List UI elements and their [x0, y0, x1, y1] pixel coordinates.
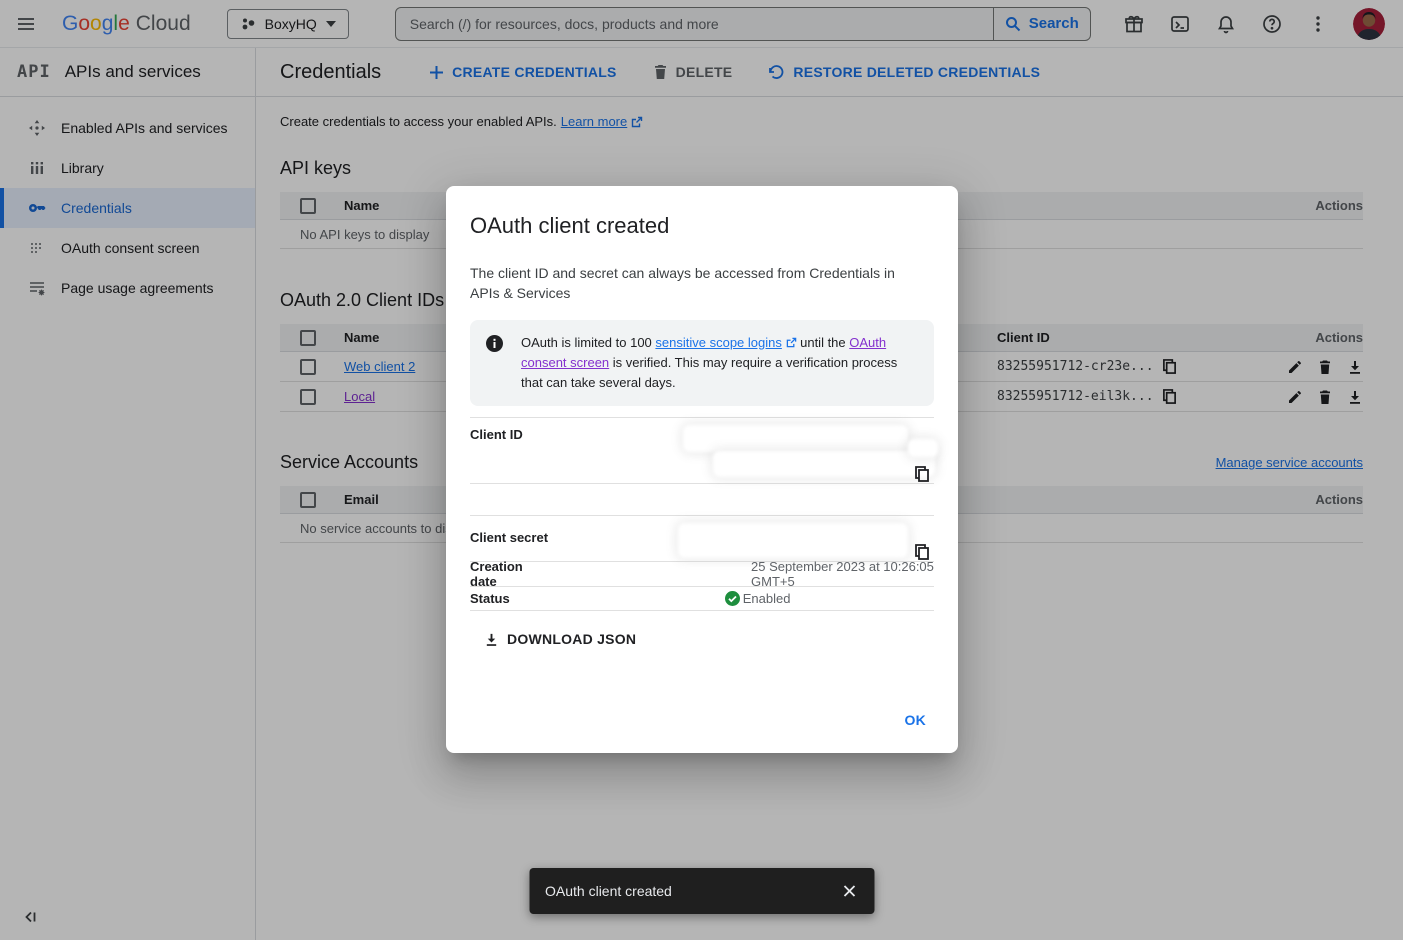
oauth-client-created-dialog: OAuth client created The client ID and s… [446, 186, 958, 753]
close-icon[interactable] [840, 882, 858, 900]
copy-client-id-icon[interactable] [914, 466, 930, 482]
download-json-button[interactable]: DOWNLOAD JSON [470, 621, 636, 657]
redacted-client-id [683, 425, 908, 452]
info-icon [486, 335, 503, 352]
notice-box: OAuth is limited to 100 sensitive scope … [470, 320, 934, 406]
status-value: Enabled [725, 591, 791, 606]
download-json-label: DOWNLOAD JSON [507, 631, 636, 647]
external-link-icon [786, 337, 797, 348]
notice-mid: until the [797, 335, 850, 350]
dialog-fields: Client ID Client secret Creation date 25… [470, 417, 934, 611]
status-row: Status Enabled [470, 587, 934, 611]
notice-text: OAuth is limited to 100 sensitive scope … [521, 333, 918, 393]
client-id-label: Client ID [470, 427, 523, 442]
status-text: Enabled [743, 591, 791, 606]
toast-notification: OAuth client created [529, 868, 874, 914]
creation-date-row: Creation date 25 September 2023 at 10:26… [470, 562, 934, 587]
download-icon [484, 632, 499, 647]
status-label: Status [470, 591, 510, 606]
creation-date-label: Creation date [470, 559, 536, 589]
redacted-client-id [908, 439, 938, 457]
client-secret-label: Client secret [470, 530, 548, 545]
toast-message: OAuth client created [545, 883, 672, 899]
creation-date-value: 25 September 2023 at 10:26:05 GMT+5 [751, 559, 934, 589]
redacted-client-id [713, 451, 935, 477]
copy-client-secret-icon[interactable] [914, 544, 930, 560]
client-id-row: Client ID [470, 417, 934, 484]
row-spacer [470, 484, 934, 515]
redacted-client-secret [678, 523, 908, 558]
sensitive-scope-logins-link[interactable]: sensitive scope logins [655, 335, 781, 350]
google-cloud-console: Google Cloud BoxyHQ Search [0, 0, 1403, 940]
ok-button[interactable]: OK [897, 706, 935, 734]
check-circle-icon [725, 591, 740, 606]
notice-pre: OAuth is limited to 100 [521, 335, 655, 350]
client-secret-row: Client secret [470, 515, 934, 562]
dialog-body-text: The client ID and secret can always be a… [470, 263, 910, 303]
dialog-title: OAuth client created [470, 212, 934, 240]
